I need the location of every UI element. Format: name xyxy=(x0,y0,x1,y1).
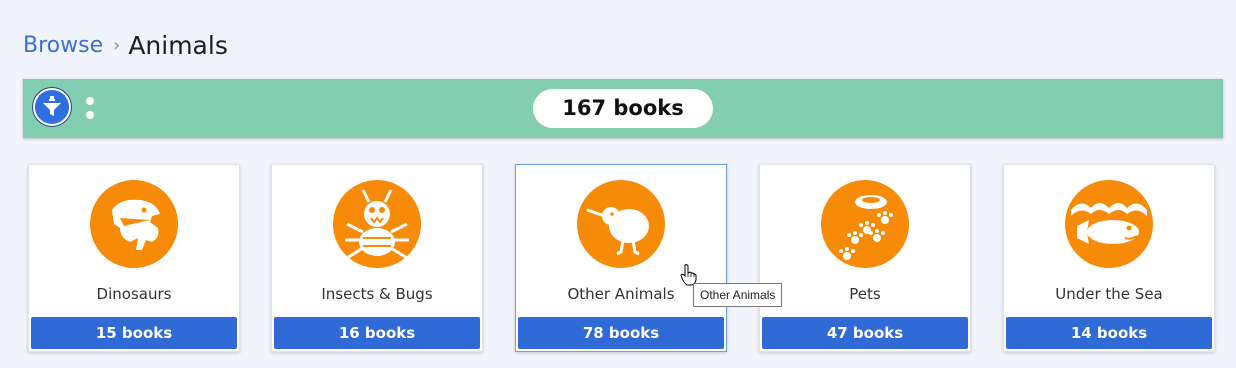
category-card-under-the-sea[interactable]: Under the Sea 14 books xyxy=(1003,164,1215,352)
breadcrumb: Browse › Animals xyxy=(23,28,228,62)
breadcrumb-separator-icon: › xyxy=(113,34,121,56)
category-card-other-animals[interactable]: Other Animals 78 books xyxy=(515,164,727,352)
fish-wave-icon xyxy=(1065,180,1153,268)
tooltip: Other Animals xyxy=(693,283,783,307)
page-title: Animals xyxy=(128,30,228,60)
filter-button[interactable] xyxy=(33,88,71,126)
category-books-button[interactable]: 47 books xyxy=(762,317,968,349)
kiwi-bird-icon xyxy=(577,180,665,268)
results-toolbar: 167 books xyxy=(23,79,1223,138)
filter-funnel-icon xyxy=(43,96,61,116)
total-books-count: 167 books xyxy=(533,89,713,128)
category-label: Under the Sea xyxy=(1055,285,1163,303)
breadcrumb-browse-link[interactable]: Browse xyxy=(23,33,103,58)
category-books-button[interactable]: 78 books xyxy=(518,317,724,349)
category-label: Insects & Bugs xyxy=(321,285,433,303)
category-books-button[interactable]: 14 books xyxy=(1006,317,1212,349)
category-card-pets[interactable]: Pets 47 books xyxy=(759,164,971,352)
paw-bowl-icon xyxy=(821,180,909,268)
more-options-icon[interactable] xyxy=(85,97,95,121)
category-card-dinosaurs[interactable]: Dinosaurs 15 books xyxy=(28,164,240,352)
category-label: Dinosaurs xyxy=(96,285,172,303)
dinosaur-icon xyxy=(90,180,178,268)
bug-icon xyxy=(333,180,421,268)
category-label: Pets xyxy=(849,285,881,303)
category-books-button[interactable]: 15 books xyxy=(31,317,237,349)
category-card-insects-bugs[interactable]: Insects & Bugs 16 books xyxy=(271,164,483,352)
category-books-button[interactable]: 16 books xyxy=(274,317,480,349)
